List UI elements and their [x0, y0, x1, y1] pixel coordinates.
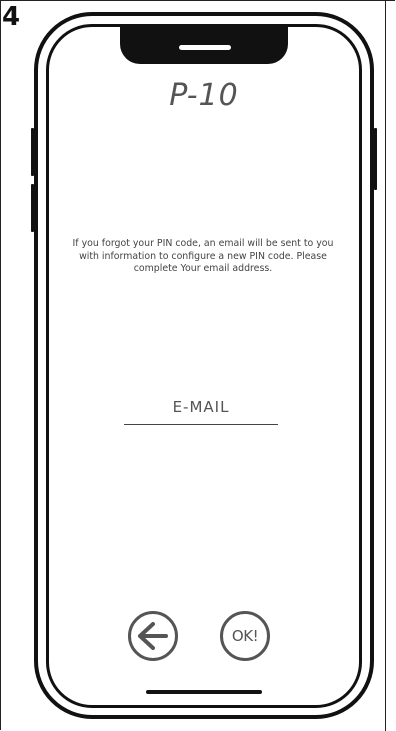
arrow-left-icon: [138, 622, 168, 650]
phone-screen: [46, 24, 362, 708]
ok-button[interactable]: OK!: [220, 611, 270, 661]
page-border-right: [385, 0, 386, 731]
ok-button-label: OK!: [231, 627, 259, 645]
home-indicator: [146, 690, 262, 694]
speaker-grille: [179, 45, 231, 50]
volume-up-button: [31, 128, 34, 176]
phone-notch: [120, 24, 288, 64]
forgot-pin-instructions: If you forgot your PIN code, an email wi…: [72, 238, 334, 274]
volume-down-button: [31, 184, 34, 232]
step-number: 4: [2, 2, 21, 32]
power-button: [374, 128, 377, 190]
back-button[interactable]: [128, 611, 178, 661]
email-input[interactable]: [124, 390, 278, 425]
screen-title: P-10: [169, 78, 239, 113]
